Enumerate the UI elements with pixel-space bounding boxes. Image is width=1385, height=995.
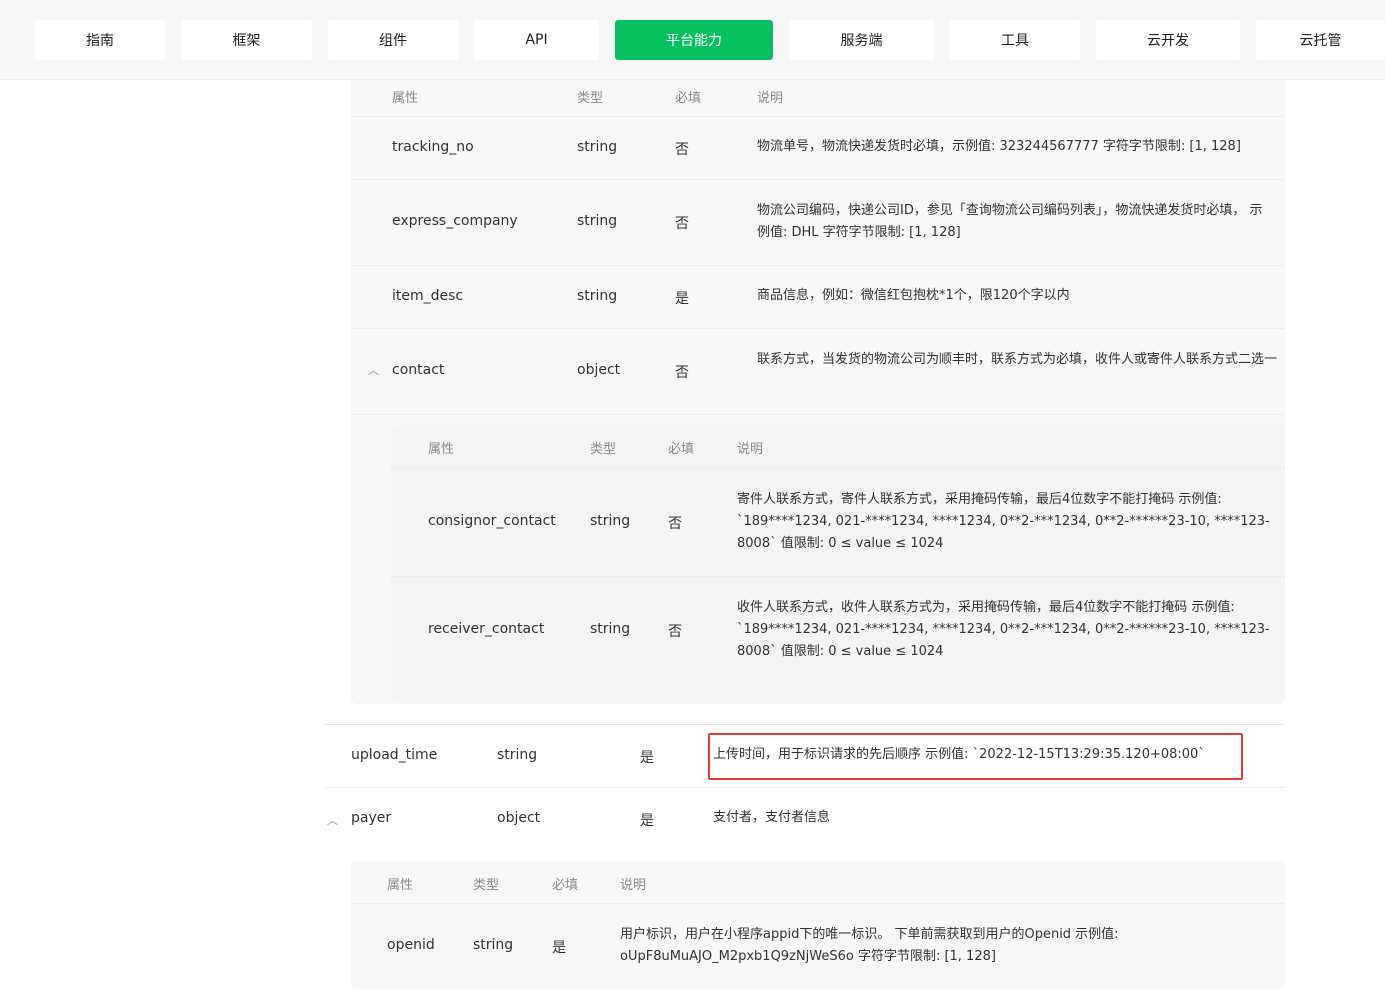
table-row: receiver_contact string 否 收件人联系方式，收件人联系方… [391,577,1285,687]
header-required: 必填 [675,91,702,106]
header-attr: 属性 [392,91,419,106]
field-required: 是 [640,813,654,829]
table-row: openid string 是 用户标识，用户在小程序appid下的唯一标识。 … [351,904,1285,989]
field-name: upload_time [351,747,438,763]
field-name: item_desc [392,288,464,304]
header-type: 类型 [590,442,617,457]
top-nav: 指南 框架 组件 API 平台能力 服务端 工具 云开发 云托管 [0,0,1385,80]
field-required: 否 [668,516,682,532]
field-name: payer [351,810,392,826]
table-row: item_desc string 是 商品信息，例如：微信红包抱枕*1个，限12… [351,266,1285,329]
header-desc: 说明 [620,878,647,893]
field-type: object [577,362,621,378]
field-type: string [577,288,618,304]
field-desc: 支付者，支付者信息 [713,810,831,825]
field-type: string [577,213,618,229]
table-header: 属性 类型 必填 说明 [351,861,1285,904]
shipping-fields-table: 属性 类型 必填 说明 tracking_no string 否 物流单号，物流… [351,80,1285,704]
header-type: 类型 [473,878,500,893]
tab-cloud-dev[interactable]: 云开发 [1096,20,1240,60]
tab-tools[interactable]: 工具 [950,20,1080,60]
field-required: 否 [675,216,689,232]
field-desc: 商品信息，例如：微信红包抱枕*1个，限120个字以内 [757,288,1070,303]
field-desc: 联系方式，当发货的物流公司为顺丰时，联系方式为必填，收件人或寄件人联系方式二选一 [757,352,1278,367]
field-required: 否 [675,365,689,381]
field-type: object [497,810,541,826]
field-name: contact [392,362,445,378]
chevron-up-icon[interactable]: ︿ [327,812,338,828]
tab-platform[interactable]: 平台能力 [615,20,773,60]
field-name: tracking_no [392,139,474,155]
table-row: express_company string 否 物流公司编码，快递公司ID，参… [351,180,1285,266]
table-row-payer[interactable]: ︿ payer object 是 支付者，支付者信息 [325,788,1285,851]
field-name: openid [387,937,435,953]
tab-cloud-hosting[interactable]: 云托管 [1256,20,1385,60]
field-desc: 寄件人联系方式，寄件人联系方式，采用掩码传输，最后4位数字不能打掩码 示例值: … [737,492,1270,551]
table-header: 属性 类型 必填 说明 [391,425,1285,469]
tab-guide[interactable]: 指南 [35,20,165,60]
field-name: receiver_contact [428,621,545,637]
field-desc: 物流公司编码，快递公司ID，参见「查询物流公司编码列表」，物流快递发货时必填， … [757,203,1263,240]
header-required: 必填 [552,878,579,893]
field-type: string [577,139,618,155]
highlight-box [708,733,1243,780]
header-attr: 属性 [387,878,414,893]
field-desc: 物流单号，物流快递发货时必填，示例值: 323244567777 字符字节限制:… [757,139,1241,154]
header-desc: 说明 [757,91,784,106]
field-desc: 收件人联系方式，收件人联系方式为，采用掩码传输，最后4位数字不能打掩码 示例值:… [737,600,1270,659]
tab-api[interactable]: API [474,20,599,60]
field-required: 否 [675,142,689,158]
payer-fields-table: 属性 类型 必填 说明 openid string 是 用户标识，用户在小程序a… [351,861,1285,989]
field-desc: 用户标识，用户在小程序appid下的唯一标识。 下单前需获取到用户的Openid… [620,927,1119,964]
header-desc: 说明 [737,442,764,457]
field-type: string [590,513,631,529]
field-type: string [497,747,538,763]
tab-server[interactable]: 服务端 [789,20,934,60]
header-type: 类型 [577,91,604,106]
table-header: 属性 类型 必填 说明 [351,80,1285,117]
header-required: 必填 [668,442,695,457]
field-required: 是 [675,291,689,307]
field-required: 是 [640,750,654,766]
table-row-contact[interactable]: ︿ contact object 否 联系方式，当发货的物流公司为顺丰时，联系方… [351,329,1285,415]
field-type: string [590,621,631,637]
field-required: 是 [552,940,566,956]
table-row: consignor_contact string 否 寄件人联系方式，寄件人联系… [391,469,1285,577]
field-type: string [473,937,514,953]
tab-components[interactable]: 组件 [328,20,458,60]
contact-fields-table: 属性 类型 必填 说明 consignor_contact string 否 寄… [391,425,1285,703]
field-name: consignor_contact [428,513,556,529]
tab-framework[interactable]: 框架 [181,20,312,60]
table-row: tracking_no string 否 物流单号，物流快递发货时必填，示例值:… [351,117,1285,180]
header-attr: 属性 [428,442,455,457]
field-name: express_company [392,213,518,229]
field-required: 否 [668,624,682,640]
chevron-up-icon[interactable]: ︿ [368,362,379,378]
